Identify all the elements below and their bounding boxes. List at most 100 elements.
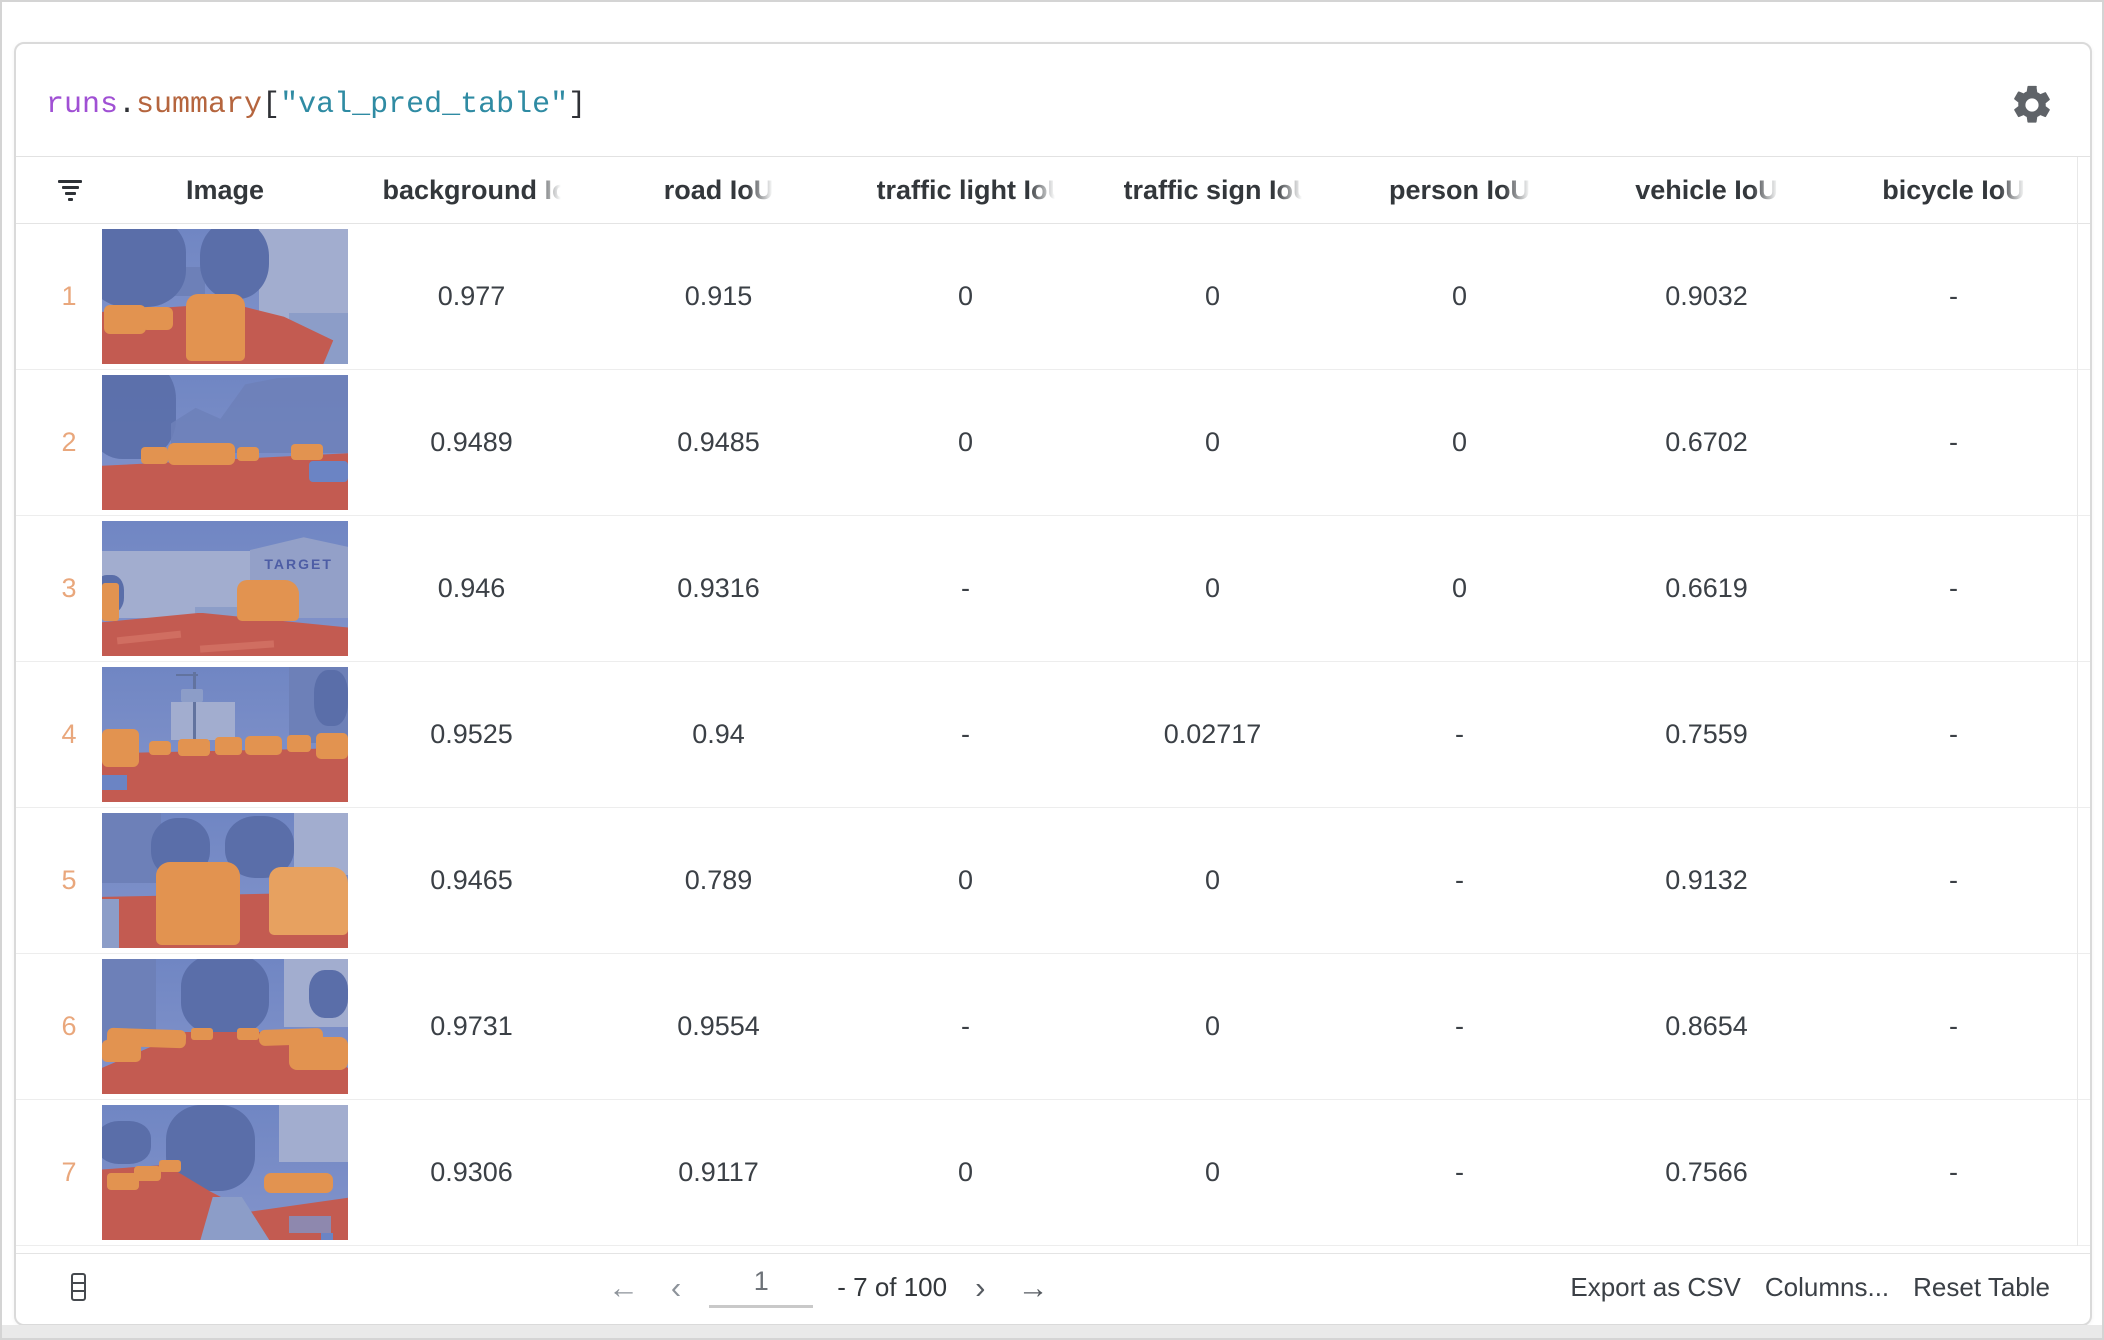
cell-traffic-sign-iou: 0 [1089,281,1336,312]
cell-background-iou: 0.9525 [348,719,595,750]
cell-road-iou: 0.9554 [595,1011,842,1042]
segmentation-region [289,1216,331,1234]
code-token-attribute: summary [136,88,262,122]
segmentation-region [191,1028,213,1040]
image-cell [102,229,348,364]
table-row: 10.9770.9150000.9032- [16,224,2090,370]
column-header-road-iou[interactable]: road IoU [595,157,842,223]
cell-background-iou: 0.9465 [348,865,595,896]
filter-icon[interactable] [58,177,82,204]
column-header-image[interactable]: Image [102,157,348,223]
row-image-thumbnail[interactable] [102,229,348,364]
segmentation-region [168,443,234,466]
table-display-icon[interactable] [71,1273,86,1301]
cell-traffic-light-iou: 0 [842,865,1089,896]
segmentation-region [176,674,198,676]
table-row: 60.97310.9554-0-0.8654- [16,954,2090,1100]
column-header-person-iou[interactable]: person IoU [1336,157,1583,223]
table-row: 3TARGET0.9460.9316-000.6619- [16,516,2090,662]
row-image-thumbnail[interactable] [102,667,348,802]
scene-text: TARGET [264,556,333,572]
row-image-thumbnail[interactable]: TARGET [102,521,348,656]
segmentation-region [193,672,196,745]
segmentation-region [141,447,168,465]
segmentation-region [287,735,312,753]
segmentation-region [237,580,299,621]
cell-traffic-sign-iou: 0 [1089,427,1336,458]
cell-traffic-light-iou: 0 [842,427,1089,458]
cell-bicycle-iou: - [1830,865,2077,896]
segmentation-region [200,229,269,299]
cell-bicycle-iou: - [1830,573,2077,604]
code-token-string: "val_pred_table" [280,88,568,122]
table-row: 50.94650.78900-0.9132- [16,808,2090,954]
export-csv-button[interactable]: Export as CSV [1570,1272,1741,1303]
column-header-label: background IoU [383,175,561,206]
last-page-button[interactable]: → [1013,1272,1052,1303]
table-row: 70.93060.911700-0.7566- [16,1100,2090,1246]
table-header-row: Image background IoU road IoU traffic light… [16,157,2090,224]
columns-button[interactable]: Columns... [1765,1272,1889,1303]
next-page-button[interactable]: › [971,1272,989,1303]
cell-vehicle-iou: 0.8654 [1583,1011,1830,1042]
table-footer: ← ‹ - 7 of 100 › → Export as CSV Columns… [16,1253,2090,1324]
row-image-thumbnail[interactable] [102,1105,348,1240]
table-row: 40.95250.94-0.02717-0.7559- [16,662,2090,808]
cell-traffic-sign-iou: 0 [1089,865,1336,896]
previous-page-button[interactable]: ‹ [667,1272,685,1303]
segmentation-region [104,305,146,335]
column-header-vehicle-iou[interactable]: vehicle IoU [1583,157,1830,223]
page-number-input[interactable] [709,1266,813,1308]
column-header-bicycle-iou[interactable]: bicycle IoU [1830,157,2077,223]
panel-title-code: runs.summary["val_pred_table"] [46,88,586,122]
cell-person-iou: - [1336,1157,1583,1188]
row-image-thumbnail[interactable] [102,375,348,510]
row-image-thumbnail[interactable] [102,813,348,948]
segmentation-region [102,583,119,621]
cell-bicycle-iou: - [1830,427,2077,458]
segmentation-region [245,736,282,755]
segmentation-region [159,1160,181,1172]
segmentation-region [102,729,139,767]
cell-traffic-sign-iou: 0.02717 [1089,719,1336,750]
gear-icon[interactable] [2010,83,2054,127]
segmentation-region [102,775,127,790]
cell-vehicle-iou: 0.9032 [1583,281,1830,312]
row-index: 2 [16,427,102,458]
cell-person-iou: - [1336,1011,1583,1042]
row-index: 4 [16,719,102,750]
image-cell: TARGET [102,521,348,656]
column-header-label: traffic light IoU [877,175,1055,206]
image-cell [102,1105,348,1240]
segmentation-region [264,1173,333,1193]
segmentation-region [215,737,242,755]
segmentation-region [171,702,235,740]
image-cell [102,813,348,948]
cell-background-iou: 0.946 [348,573,595,604]
row-index: 3 [16,573,102,604]
segmentation-region [141,307,173,330]
row-image-thumbnail[interactable] [102,959,348,1094]
cell-vehicle-iou: 0.7566 [1583,1157,1830,1188]
cell-person-iou: 0 [1336,281,1583,312]
column-header-label: vehicle IoU [1635,175,1778,206]
segmentation-region [186,294,245,362]
cell-road-iou: 0.9485 [595,427,842,458]
segmentation-region [269,867,348,935]
segmentation-region [294,813,348,875]
cell-traffic-sign-iou: 0 [1089,573,1336,604]
segmentation-region [134,1166,161,1181]
first-page-button[interactable]: ← [604,1272,643,1303]
cell-traffic-light-iou: - [842,719,1089,750]
cell-bicycle-iou: - [1830,1011,2077,1042]
column-header-background-iou[interactable]: background IoU [348,157,595,223]
image-cell [102,375,348,510]
cell-vehicle-iou: 0.7559 [1583,719,1830,750]
column-header-traffic-light-iou[interactable]: traffic light IoU [842,157,1089,223]
column-header-label: road IoU [664,175,774,206]
footer-actions: Export as CSV Columns... Reset Table [1570,1272,2050,1303]
page: { "colors": { "code_obj": "#a050d4", "co… [0,0,2104,1340]
image-cell [102,959,348,1094]
column-header-traffic-sign-iou[interactable]: traffic sign IoU [1089,157,1336,223]
reset-table-button[interactable]: Reset Table [1913,1272,2050,1303]
